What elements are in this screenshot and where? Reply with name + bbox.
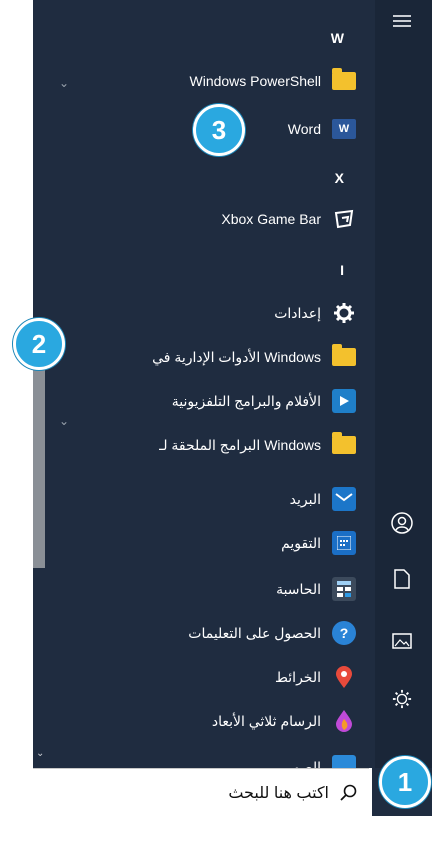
pictures-icon[interactable] — [389, 628, 415, 654]
movies-tv-icon — [331, 388, 357, 414]
app-label: البرامج الملحقة لـ Windows — [159, 436, 321, 453]
app-settings[interactable]: إعدادات — [274, 296, 357, 330]
word-icon: W — [331, 116, 357, 142]
hamburger-menu-icon[interactable] — [389, 8, 415, 34]
folder-icon — [331, 68, 357, 94]
app-movies-tv[interactable]: الأفلام والبرامج التلفزيونية — [172, 384, 357, 418]
maps-icon — [331, 664, 357, 690]
paint3d-icon — [331, 708, 357, 734]
xbox-game-bar-icon — [331, 206, 357, 232]
app-label: التقويم — [281, 534, 321, 551]
app-windows-accessories[interactable]: البرامج الملحقة لـ Windows — [159, 428, 357, 462]
app-label: Xbox Game Bar — [221, 211, 321, 227]
app-label: Word — [287, 121, 321, 137]
taskbar-search-box[interactable]: اكتب هنا للبحث — [33, 768, 369, 817]
gear-icon — [331, 300, 357, 326]
folder-icon — [331, 344, 357, 370]
app-label: الأدوات الإدارية في Windows — [152, 348, 321, 365]
app-label: إعدادات — [274, 304, 321, 321]
chevron-down-icon[interactable]: ⌄ — [59, 76, 69, 90]
section-letter-i[interactable]: I — [340, 262, 344, 278]
app-xbox-game-bar[interactable]: Xbox Game Bar — [221, 202, 357, 236]
callout-badge: 1 — [379, 756, 431, 808]
app-label: الخرائط — [275, 668, 321, 685]
section-letter-w[interactable]: W — [331, 30, 344, 46]
app-label: Windows PowerShell — [189, 73, 322, 89]
app-label: الحاسبة — [276, 580, 321, 597]
app-mail[interactable]: البريد — [290, 482, 357, 516]
app-windows-admin-tools[interactable]: الأدوات الإدارية في Windows — [152, 340, 357, 374]
callout-badge: 2 — [13, 318, 65, 370]
app-label: البريد — [289, 490, 321, 507]
documents-icon[interactable] — [389, 566, 415, 592]
settings-gear-icon[interactable] — [389, 686, 415, 712]
app-calculator[interactable]: الحاسبة — [276, 572, 357, 606]
callout-badge: 3 — [193, 104, 245, 156]
calculator-icon — [331, 576, 357, 602]
app-calendar[interactable]: التقويم — [281, 526, 357, 560]
app-word[interactable]: Word W — [288, 112, 357, 146]
chevron-down-icon[interactable]: ⌄ — [59, 414, 69, 428]
app-label: الأفلام والبرامج التلفزيونية — [171, 392, 321, 409]
scroll-down-arrow[interactable]: ⌄ — [36, 748, 44, 759]
app-maps[interactable]: الخرائط — [275, 660, 357, 694]
mail-icon — [331, 486, 357, 512]
scrollbar-thumb[interactable] — [33, 363, 45, 568]
folder-icon — [331, 432, 357, 458]
app-label: الرسام ثلاثي الأبعاد — [211, 712, 321, 729]
help-icon: ? — [331, 620, 357, 646]
calendar-icon — [331, 530, 357, 556]
app-paint-3d[interactable]: الرسام ثلاثي الأبعاد — [212, 704, 357, 738]
app-get-help[interactable]: الحصول على التعليمات ? — [188, 616, 357, 650]
search-placeholder: اكتب هنا للبحث — [228, 785, 329, 802]
search-icon — [339, 784, 357, 802]
app-windows-powershell[interactable]: Windows PowerShell — [190, 64, 358, 98]
section-letter-x[interactable]: X — [335, 170, 344, 186]
user-account-icon[interactable] — [389, 510, 415, 536]
app-label: الحصول على التعليمات — [188, 624, 321, 641]
